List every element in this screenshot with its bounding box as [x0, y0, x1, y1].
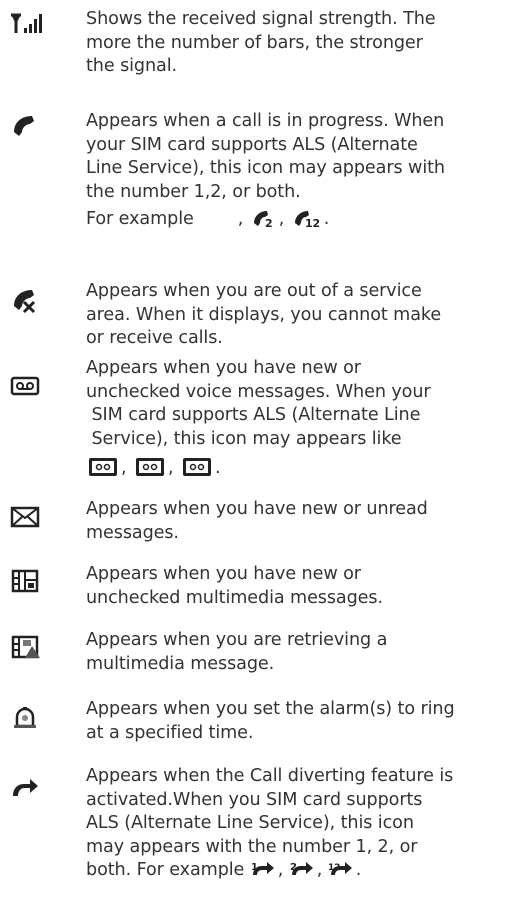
voicemail-line-12-icon: [182, 457, 212, 485]
description-line: Line Service), this icon may appears wit…: [86, 158, 445, 178]
description-line: Appears when the Call diverting feature …: [86, 766, 454, 786]
svg-text:12: 12: [305, 217, 320, 228]
description-line: may appears with the number 1, 2, or: [86, 836, 418, 857]
description-line: more the number of bars, the stronger: [86, 32, 423, 53]
description-line: Appears when you set the alarm(s) to rin…: [86, 699, 455, 719]
example-row: For example , 2 , 12 .: [86, 208, 504, 236]
description-line: area. When it displays, you cannot make: [86, 304, 442, 325]
retrieving-multimedia-icon: [10, 634, 42, 662]
description-line: Appears when a call is in progress. When: [86, 111, 445, 131]
signal-strength-icon: [10, 12, 42, 40]
svg-text:2: 2: [265, 217, 273, 228]
description-line: Appears when you are retrieving a: [86, 630, 388, 650]
svg-text:2: 2: [290, 862, 297, 873]
description-line: unchecked multimedia messages.: [86, 587, 383, 608]
description-line: SIM card supports ALS (Alternate Line: [86, 405, 421, 425]
description-line: the signal.: [86, 56, 178, 76]
no-service-icon: [10, 286, 42, 314]
voicemail-icon: [10, 376, 42, 404]
description-line: multimedia message.: [86, 653, 275, 674]
description-line: Appears when you have new or: [86, 564, 361, 584]
description-line: or receive calls.: [86, 328, 223, 348]
description-line: at a specified time.: [86, 722, 254, 743]
voicemail-line-1-icon: [88, 457, 118, 485]
description-line-with-examples: both. For example 1 , 2 , 12 .: [86, 859, 504, 887]
call-divert-line-2-icon: 2: [289, 859, 317, 887]
call-divert-line-1-icon: 1: [250, 859, 278, 887]
example-row: , , .: [88, 457, 504, 485]
voicemail-line-2-icon: [135, 457, 165, 485]
description-line: Appears when you are out of a service: [86, 281, 422, 301]
envelope-icon: [10, 506, 42, 534]
description-line: Shows the received signal strength. The: [86, 9, 436, 29]
call-in-progress-icon: [10, 112, 42, 140]
description-line: your SIM card supports ALS (Alternate: [86, 134, 418, 155]
example-label: For example: [86, 209, 194, 229]
description-line: Appears when you have new or: [86, 358, 361, 378]
description-line: Service), this icon may appears like: [86, 428, 402, 449]
svg-text:1: 1: [251, 862, 258, 873]
description-line: Appears when you have new or unread: [86, 499, 428, 519]
call-line-1-icon: [233, 208, 235, 236]
call-line-2-icon: 2: [252, 208, 276, 236]
multimedia-message-icon: [10, 568, 42, 596]
call-divert-line-12-icon: 12: [328, 859, 356, 887]
description-line: both. For example: [86, 860, 245, 880]
alarm-icon: [10, 704, 42, 732]
svg-text:12: 12: [328, 863, 340, 873]
call-divert-icon: [10, 776, 42, 804]
description-line: ALS (Alternate Line Service), this icon: [86, 813, 414, 833]
description-line: messages.: [86, 522, 179, 543]
description-line: activated.When you SIM card supports: [86, 789, 423, 810]
description-line: unchecked voice messages. When your: [86, 381, 431, 402]
description-line: the number 1,2, or both.: [86, 181, 301, 202]
call-line-12-icon: 12: [293, 208, 321, 236]
